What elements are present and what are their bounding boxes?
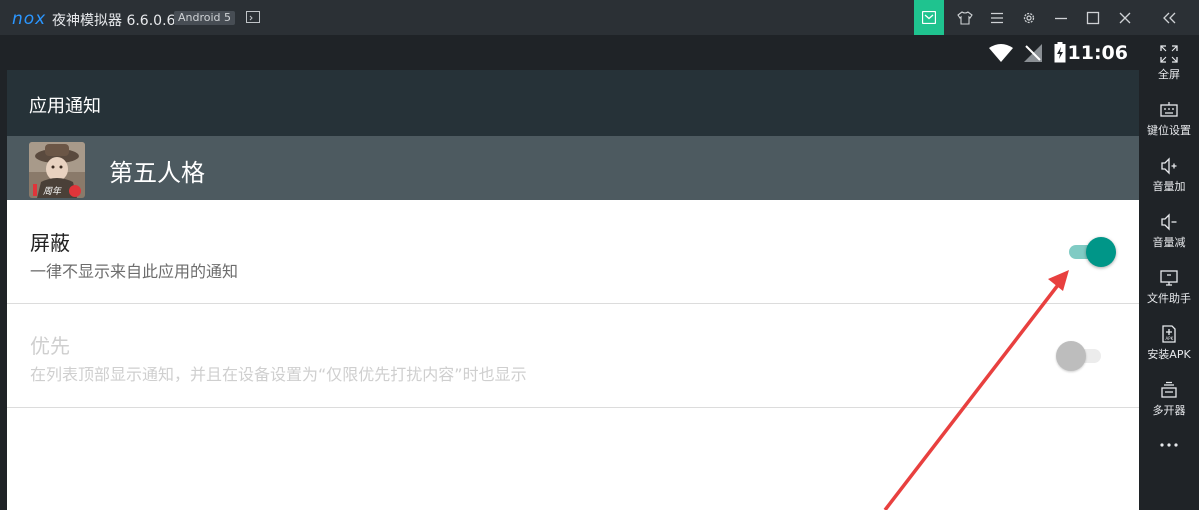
install-apk-icon: APK <box>1162 325 1176 343</box>
setting-subtitle: 一律不显示来自此应用的通知 <box>30 262 239 281</box>
android-screen: 11:06 应用通知 周年 第五人格 屏蔽 一律不显示来自此应用的通知 优先 在… <box>7 35 1139 510</box>
title-bar: nox 夜神模拟器 6.6.0.6 Android 5 <box>0 0 1199 35</box>
gear-icon[interactable] <box>1014 0 1044 35</box>
no-signal-icon <box>1024 44 1042 62</box>
setting-row-block[interactable]: 屏蔽 一律不显示来自此应用的通知 <box>7 200 1139 304</box>
sidebar-label: 多开器 <box>1152 404 1186 417</box>
sidebar-item-volume-down[interactable]: 音量减 <box>1139 203 1199 257</box>
setting-subtitle: 在列表顶部显示通知，并且在设备设置为“仅限优先打扰内容”时也显示 <box>30 365 527 384</box>
android-status-bar: 11:06 <box>7 35 1139 70</box>
priority-toggle <box>1054 339 1106 373</box>
sidebar-label: 文件助手 <box>1147 292 1191 305</box>
sidebar-item-keymap[interactable]: 键位设置 <box>1139 91 1199 145</box>
volume-up-icon <box>1161 157 1177 175</box>
sidebar-item-install-apk[interactable]: APK 安装APK <box>1139 315 1199 369</box>
menu-icon[interactable] <box>982 0 1012 35</box>
sidebar-label: 音量减 <box>1152 236 1186 249</box>
app-name: 第五人格 <box>109 159 205 187</box>
block-toggle[interactable] <box>1064 235 1116 269</box>
sidebar-item-multi-instance[interactable]: 多开器 <box>1139 371 1199 425</box>
status-time: 11:06 <box>1067 42 1128 64</box>
maximize-icon[interactable] <box>1078 0 1108 35</box>
file-assistant-icon <box>1160 270 1178 286</box>
sidebar-label: 安装APK <box>1147 348 1191 361</box>
app-header: 周年 第五人格 <box>7 136 1139 200</box>
app-icon-label: 周年 <box>43 187 62 197</box>
volume-down-icon <box>1161 213 1177 231</box>
close-icon[interactable] <box>1110 0 1140 35</box>
svg-text:APK: APK <box>1166 336 1174 341</box>
page-title: 应用通知 <box>29 96 101 117</box>
sidebar-item-file-assistant[interactable]: 文件助手 <box>1139 259 1199 313</box>
setting-title: 优先 <box>30 334 70 358</box>
setting-title: 屏蔽 <box>30 231 70 255</box>
identity-v-app-icon: 周年 <box>29 142 85 198</box>
sidebar-label: 全屏 <box>1158 68 1180 81</box>
fullscreen-icon <box>1160 45 1178 63</box>
sidebar-label: 键位设置 <box>1147 124 1191 137</box>
shirt-icon[interactable] <box>950 0 980 35</box>
message-icon[interactable] <box>914 0 944 35</box>
keyboard-icon <box>1160 102 1178 117</box>
emulator-sidebar: 全屏 键位设置 音量加 音量减 文件助手 APK 安装APK 多开器 <box>1139 35 1199 510</box>
app-bar: 应用通知 <box>7 70 1139 136</box>
battery-charging-icon <box>1054 42 1066 63</box>
sidebar-item-fullscreen[interactable]: 全屏 <box>1139 35 1199 89</box>
android-version-badge: Android 5 <box>174 11 236 25</box>
toggle-thumb <box>1086 237 1116 267</box>
more-icon[interactable] <box>1139 433 1199 453</box>
wifi-icon <box>989 44 1013 62</box>
screen-icon[interactable] <box>246 11 260 23</box>
multi-instance-icon <box>1161 381 1177 398</box>
window-title: 夜神模拟器 6.6.0.6 <box>52 13 176 29</box>
nox-logo: nox <box>12 9 47 29</box>
toggle-thumb <box>1056 341 1086 371</box>
minimize-icon[interactable] <box>1046 0 1076 35</box>
setting-row-priority: 优先 在列表顶部显示通知，并且在设备设置为“仅限优先打扰内容”时也显示 <box>7 304 1139 408</box>
sidebar-item-volume-up[interactable]: 音量加 <box>1139 147 1199 201</box>
collapse-icon[interactable] <box>1154 0 1184 35</box>
sidebar-label: 音量加 <box>1152 180 1186 193</box>
